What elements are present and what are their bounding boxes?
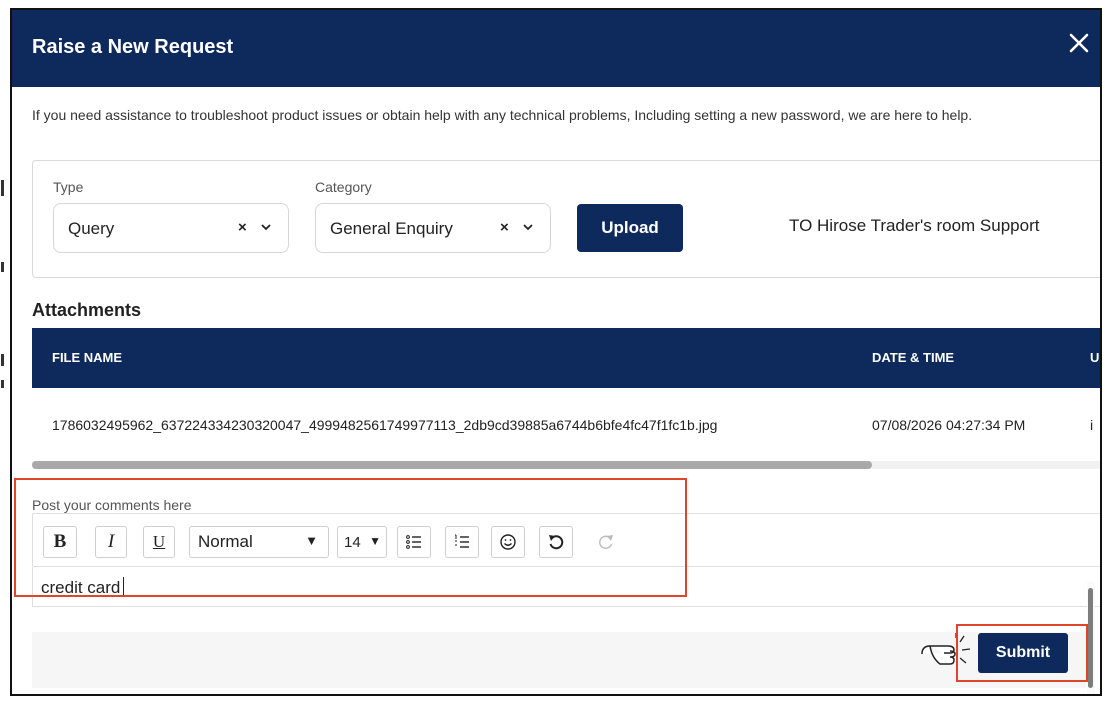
category-select-value: General Enquiry bbox=[330, 219, 453, 238]
undo-button[interactable] bbox=[539, 526, 573, 558]
vertical-scrollbar[interactable] bbox=[1087, 582, 1095, 694]
numbered-list-button[interactable] bbox=[445, 526, 479, 558]
horizontal-scrollbar-thumb[interactable] bbox=[32, 461, 872, 469]
emoji-button[interactable] bbox=[491, 526, 525, 558]
close-button[interactable] bbox=[1068, 32, 1096, 62]
modal-footer bbox=[32, 632, 1086, 688]
font-size-select[interactable]: 14 ▼ bbox=[337, 526, 387, 558]
date-time-cell: 07/08/2026 04:27:34 PM bbox=[872, 417, 1026, 433]
comment-editor: Post your comments here B I U Normal ▼ 1… bbox=[32, 497, 1100, 633]
comment-text: credit card bbox=[41, 577, 125, 598]
bullet-list-button[interactable] bbox=[397, 526, 431, 558]
underline-button[interactable]: U bbox=[143, 526, 175, 558]
format-select-value: Normal bbox=[198, 532, 253, 551]
table-row[interactable]: 1786032495962_637224334230320047_4999482… bbox=[32, 388, 1100, 466]
caret-down-icon: ▼ bbox=[305, 533, 318, 548]
caret-down-icon: ▼ bbox=[369, 534, 381, 548]
request-modal: Raise a New Request If you need assistan… bbox=[10, 8, 1102, 696]
column-header-extra: U bbox=[1090, 350, 1100, 365]
format-select[interactable]: Normal ▼ bbox=[189, 526, 329, 558]
request-form: Type Query × Category General Enquiry × … bbox=[32, 160, 1100, 278]
type-select[interactable]: Query × bbox=[53, 203, 289, 253]
font-size-value: 14 bbox=[344, 533, 361, 551]
redo-button[interactable] bbox=[589, 526, 623, 558]
chevron-down-icon[interactable] bbox=[522, 221, 534, 233]
comment-text-editor[interactable]: credit card bbox=[32, 567, 1100, 607]
intro-text: If you need assistance to troubleshoot p… bbox=[32, 107, 973, 123]
submit-button[interactable]: Submit bbox=[978, 633, 1068, 673]
numbered-list-icon bbox=[455, 534, 469, 548]
comment-label: Post your comments here bbox=[32, 497, 192, 513]
close-icon bbox=[1069, 33, 1089, 53]
comment-text-value: credit card bbox=[41, 578, 121, 597]
file-name-cell[interactable]: 1786032495962_637224334230320047_4999482… bbox=[52, 417, 717, 433]
type-select-value: Query bbox=[68, 219, 115, 238]
attachments-heading: Attachments bbox=[32, 300, 142, 320]
column-header-file-name: FILE NAME bbox=[52, 350, 123, 365]
modal-header: Raise a New Request bbox=[12, 10, 1100, 87]
type-label: Type bbox=[53, 179, 84, 195]
category-clear-icon[interactable]: × bbox=[500, 219, 509, 236]
text-caret bbox=[123, 577, 125, 597]
support-target-label: TO Hirose Trader's room Support bbox=[789, 216, 1040, 235]
table-header: FILE NAME DATE & TIME U bbox=[32, 328, 1100, 388]
emoji-icon bbox=[500, 534, 516, 550]
bullet-list-icon bbox=[406, 535, 421, 549]
upload-button[interactable]: Upload bbox=[577, 204, 683, 252]
category-select[interactable]: General Enquiry × bbox=[315, 203, 551, 253]
extra-cell: i bbox=[1090, 417, 1094, 433]
editor-toolbar: B I U Normal ▼ 14 ▼ bbox=[32, 513, 1100, 567]
chevron-down-icon[interactable] bbox=[260, 221, 272, 233]
category-label: Category bbox=[315, 179, 372, 195]
bold-button[interactable]: B bbox=[43, 526, 77, 558]
modal-title: Raise a New Request bbox=[32, 36, 234, 58]
horizontal-scrollbar[interactable] bbox=[32, 461, 1100, 469]
undo-icon bbox=[549, 535, 564, 550]
column-header-date-time: DATE & TIME bbox=[872, 350, 955, 365]
italic-button[interactable]: I bbox=[95, 526, 127, 558]
attachments-table: FILE NAME DATE & TIME U 1786032495962_63… bbox=[32, 328, 1100, 468]
vertical-scrollbar-thumb[interactable] bbox=[1088, 588, 1093, 688]
redo-icon bbox=[599, 535, 613, 549]
type-clear-icon[interactable]: × bbox=[238, 219, 247, 236]
